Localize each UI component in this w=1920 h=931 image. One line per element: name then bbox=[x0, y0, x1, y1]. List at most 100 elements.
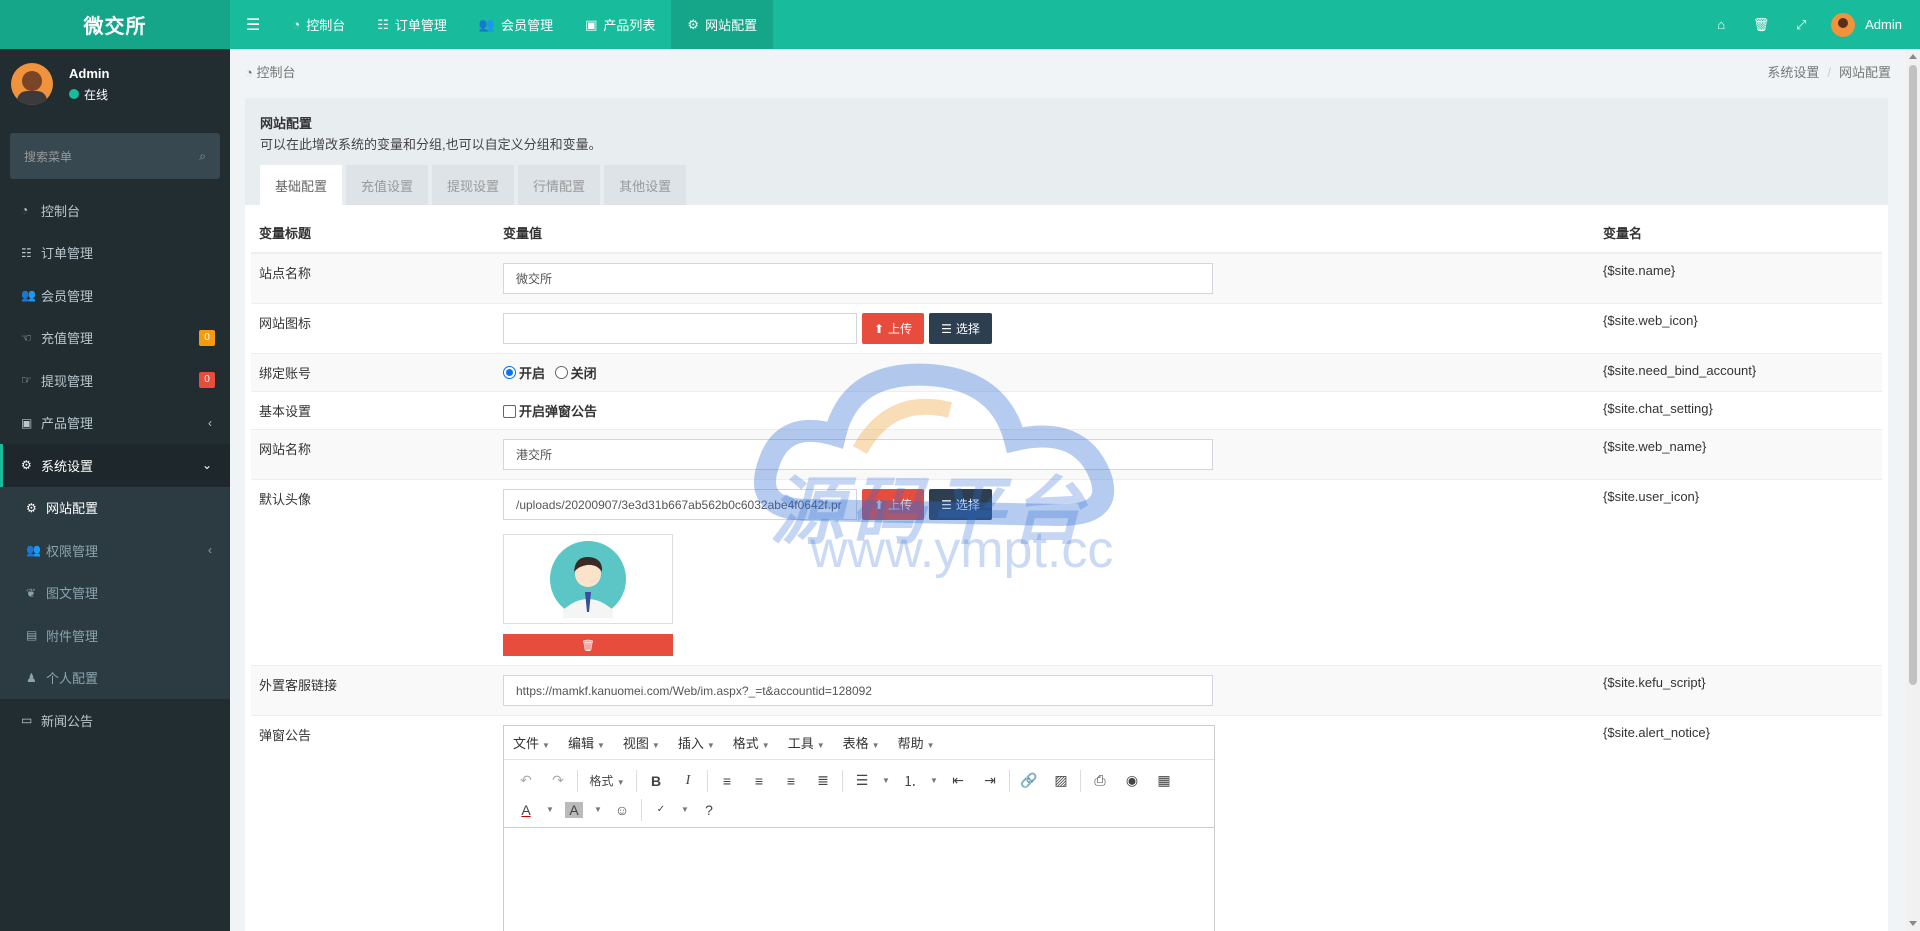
sidebar-item-system-settings[interactable]: ⚙ 系统设置 ⌄ bbox=[0, 444, 230, 487]
bind-account-off-radio[interactable]: 关闭 bbox=[554, 363, 597, 382]
bind-account-on-radio[interactable]: 开启 bbox=[503, 363, 545, 382]
sidebar-item-dashboard[interactable]: ◔ 控制台 bbox=[0, 189, 230, 232]
sidebar-item-label: 提现管理 bbox=[41, 373, 94, 389]
upload-button[interactable]: ⬆ 上传 bbox=[862, 313, 925, 344]
top-nav-label: 网站配置 bbox=[705, 18, 758, 33]
text-color-icon[interactable]: A bbox=[510, 802, 542, 818]
preview-icon[interactable]: ◉ bbox=[1116, 772, 1148, 789]
media-icon[interactable]: ▦ bbox=[1148, 772, 1180, 789]
breadcrumb-item[interactable]: 系统设置 bbox=[1767, 65, 1819, 80]
app-logo[interactable]: 微交所 bbox=[0, 0, 230, 49]
sidebar-item-members[interactable]: 👥 会员管理 bbox=[0, 274, 230, 317]
redo-icon[interactable]: ↷ bbox=[542, 772, 574, 789]
sidebar-item-orders[interactable]: ☷ 订单管理 bbox=[0, 232, 230, 275]
sidebar-subitem-permissions[interactable]: 👥 权限管理 ‹ bbox=[0, 529, 230, 572]
tab-withdraw[interactable]: 提现设置 bbox=[432, 165, 515, 205]
top-nav-dashboard[interactable]: ◔ 控制台 bbox=[276, 0, 361, 49]
scroll-down-icon[interactable] bbox=[1909, 921, 1917, 926]
breadcrumb-home[interactable]: ◔ 控制台 bbox=[245, 62, 296, 81]
row-title: 站点名称 bbox=[251, 252, 495, 304]
search-icon[interactable]: ⌕ bbox=[199, 149, 206, 164]
background-color-icon[interactable]: A bbox=[565, 801, 583, 818]
bullet-list-icon[interactable]: ☰ bbox=[846, 772, 878, 789]
sidebar-toggle-button[interactable]: ☰ bbox=[230, 0, 276, 49]
recharge-count-badge: 0 bbox=[199, 329, 215, 346]
indent-icon[interactable]: ⇥ bbox=[974, 772, 1006, 789]
chevron-down-icon[interactable]: ▼ bbox=[590, 805, 606, 814]
chevron-down-icon[interactable]: ▼ bbox=[878, 776, 894, 785]
editor-menu-table[interactable]: 表格 ▼ bbox=[843, 733, 880, 752]
numbered-list-icon[interactable]: ⒈ bbox=[894, 771, 926, 791]
web-icon-input[interactable] bbox=[503, 313, 857, 344]
sidebar-item-products[interactable]: ▣ 产品管理 ‹ bbox=[0, 402, 230, 445]
status-label: 在线 bbox=[84, 87, 109, 102]
sidebar-subitem-profile[interactable]: ♟ 个人配置 bbox=[0, 657, 230, 700]
emoticon-icon[interactable]: ☺ bbox=[606, 802, 638, 818]
outdent-icon[interactable]: ⇤ bbox=[942, 772, 974, 789]
sidebar-search-input[interactable]: 搜索菜单 ⌕ bbox=[10, 133, 220, 179]
sidebar-subitem-attachments[interactable]: ▤ 附件管理 bbox=[0, 614, 230, 657]
format-dropdown[interactable]: 格式 ▼ bbox=[581, 772, 633, 789]
sidebar-subitem-site-config[interactable]: ⚙ 网站配置 bbox=[0, 487, 230, 530]
italic-icon[interactable]: I bbox=[672, 773, 704, 789]
gear-icon: ⚙ bbox=[26, 500, 37, 515]
editor-menu-view[interactable]: 视图 ▼ bbox=[623, 733, 660, 752]
delete-avatar-button[interactable]: 🗑 bbox=[503, 634, 673, 656]
sidebar-item-label: 控制台 bbox=[41, 203, 81, 219]
tab-market[interactable]: 行情配置 bbox=[518, 165, 601, 205]
sidebar-item-withdraw[interactable]: ☞ 提现管理 0 bbox=[0, 359, 230, 402]
editor-menu-help[interactable]: 帮助 ▼ bbox=[898, 733, 935, 752]
sidebar-item-recharge[interactable]: ☜ 充值管理 0 bbox=[0, 317, 230, 360]
chevron-down-icon[interactable]: ▼ bbox=[926, 776, 942, 785]
editor-menu-format[interactable]: 格式 ▼ bbox=[733, 733, 770, 752]
scroll-up-icon[interactable] bbox=[1909, 54, 1917, 59]
bold-icon[interactable]: B bbox=[640, 773, 672, 789]
help-icon[interactable]: ? bbox=[693, 802, 725, 818]
fullscreen-icon[interactable]: ⤢ bbox=[1781, 17, 1821, 33]
spellcheck-icon[interactable]: ✓ bbox=[645, 804, 677, 815]
align-right-icon[interactable]: ≡ bbox=[775, 773, 807, 789]
top-nav-orders[interactable]: ☷ 订单管理 bbox=[361, 0, 463, 49]
row-var: {$site.user_icon} bbox=[1595, 479, 1882, 666]
panel-header: 网站配置 可以在此增改系统的变量和分组,也可以自定义分组和变量。 基础配置 充值… bbox=[245, 98, 1888, 205]
align-center-icon[interactable]: ≡ bbox=[743, 773, 775, 789]
tab-other[interactable]: 其他设置 bbox=[604, 165, 687, 205]
site-name-input[interactable]: 微交所 bbox=[503, 263, 1213, 294]
top-user-menu[interactable]: Admin bbox=[1821, 12, 1902, 37]
tab-recharge[interactable]: 充值设置 bbox=[346, 165, 429, 205]
list-icon: ☰ bbox=[941, 321, 952, 336]
editor-menu-insert[interactable]: 插入 ▼ bbox=[678, 733, 715, 752]
sidebar-item-news[interactable]: ▭ 新闻公告 bbox=[0, 699, 230, 742]
sidebar-subitem-articles[interactable]: ❦ 图文管理 bbox=[0, 572, 230, 615]
top-nav-site-config[interactable]: ⚙ 网站配置 bbox=[671, 0, 774, 49]
popup-notice-checkbox[interactable]: 开启弹窗公告 bbox=[503, 404, 597, 419]
users-icon: 👥 bbox=[21, 288, 36, 303]
editor-menu-edit[interactable]: 编辑 ▼ bbox=[568, 733, 605, 752]
editor-menu-tools[interactable]: 工具 ▼ bbox=[788, 733, 825, 752]
row-title: 基本设置 bbox=[251, 391, 495, 430]
top-nav-members[interactable]: 👥 会员管理 bbox=[463, 0, 569, 49]
home-icon[interactable]: ⌂ bbox=[1701, 17, 1741, 32]
editor-menu-file[interactable]: 文件 ▼ bbox=[513, 733, 550, 752]
default-avatar-preview bbox=[503, 534, 673, 624]
editor-content-area[interactable] bbox=[504, 828, 1214, 931]
align-left-icon[interactable]: ≡ bbox=[711, 773, 743, 789]
kefu-link-input[interactable]: https://mamkf.kanuomei.com/Web/im.aspx?_… bbox=[503, 675, 1213, 706]
chevron-left-icon: ‹ bbox=[208, 543, 212, 558]
top-nav-products[interactable]: ▣ 产品列表 bbox=[569, 0, 671, 49]
page-scrollbar[interactable] bbox=[1906, 49, 1920, 931]
sidebar-submenu: ⚙ 网站配置 👥 权限管理 ‹ ❦ 图文管理 ▤ 附件管理 ♟ 个人配置 bbox=[0, 486, 230, 700]
trash-icon[interactable]: 🗑 bbox=[1741, 17, 1781, 33]
scroll-thumb[interactable] bbox=[1909, 65, 1917, 685]
undo-icon[interactable]: ↶ bbox=[510, 772, 542, 789]
align-justify-icon[interactable]: ≣ bbox=[807, 772, 839, 789]
row-title: 默认头像 bbox=[251, 479, 495, 666]
chevron-down-icon[interactable]: ▼ bbox=[542, 805, 558, 814]
tab-basic[interactable]: 基础配置 bbox=[260, 165, 343, 205]
chevron-down-icon[interactable]: ▼ bbox=[677, 805, 693, 814]
print-icon[interactable]: ⎙ bbox=[1084, 772, 1116, 789]
link-icon[interactable]: 🔗 bbox=[1013, 772, 1045, 789]
select-button[interactable]: ☰ 选择 bbox=[929, 313, 992, 344]
image-icon[interactable]: ▨ bbox=[1045, 772, 1077, 789]
row-var: {$site.kefu_script} bbox=[1595, 665, 1882, 716]
